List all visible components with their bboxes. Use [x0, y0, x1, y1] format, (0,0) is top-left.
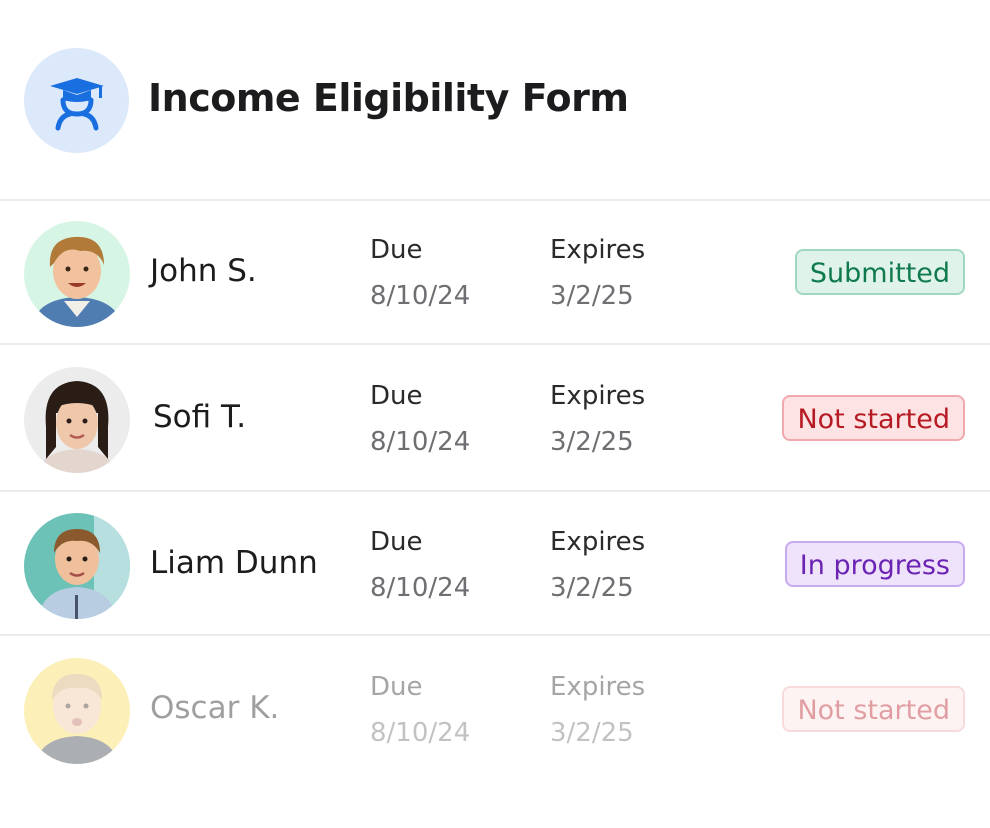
status-badge: Submitted	[794, 249, 965, 295]
student-name: Oscar K.	[150, 690, 280, 726]
avatar	[24, 221, 130, 327]
student-row-sofi[interactable]: Sofi T. Due 8/10/24 Expires 3/2/25 Not s…	[0, 347, 990, 491]
page-title: Income Eligibility Form	[148, 76, 629, 120]
expires-label: Expires	[550, 381, 646, 411]
status-badge: Not started	[782, 686, 965, 732]
due-label: Due	[370, 235, 423, 265]
expires-label: Expires	[550, 235, 646, 265]
divider	[0, 490, 990, 492]
avatar	[24, 367, 130, 473]
student-name: Sofi T.	[153, 399, 247, 435]
status-badge: Not started	[782, 395, 965, 441]
expires-label: Expires	[550, 672, 646, 702]
expires-date: 3/2/25	[550, 427, 634, 457]
due-label: Due	[370, 381, 423, 411]
form-header: Income Eligibility Form	[0, 0, 990, 199]
due-date: 8/10/24	[370, 427, 471, 457]
income-eligibility-card: Income Eligibility Form John S. Due 8/10…	[0, 0, 990, 828]
student-row-john[interactable]: John S. Due 8/10/24 Expires 3/2/25 Submi…	[0, 201, 990, 345]
status-badge: In progress	[784, 541, 965, 587]
due-date: 8/10/24	[370, 281, 471, 311]
expires-date: 3/2/25	[550, 718, 634, 748]
divider	[0, 343, 990, 345]
student-graduation-icon	[24, 48, 129, 153]
student-name: John S.	[150, 253, 257, 289]
due-date: 8/10/24	[370, 573, 471, 603]
student-name: Liam Dunn	[150, 545, 318, 581]
student-row-oscar[interactable]: Oscar K. Due 8/10/24 Expires 3/2/25 Not …	[0, 638, 990, 782]
divider	[0, 634, 990, 636]
expires-date: 3/2/25	[550, 573, 634, 603]
due-label: Due	[370, 527, 423, 557]
expires-label: Expires	[550, 527, 646, 557]
due-date: 8/10/24	[370, 718, 471, 748]
avatar	[24, 513, 130, 619]
due-label: Due	[370, 672, 423, 702]
student-row-liam[interactable]: Liam Dunn Due 8/10/24 Expires 3/2/25 In …	[0, 493, 990, 637]
avatar	[24, 658, 130, 764]
expires-date: 3/2/25	[550, 281, 634, 311]
